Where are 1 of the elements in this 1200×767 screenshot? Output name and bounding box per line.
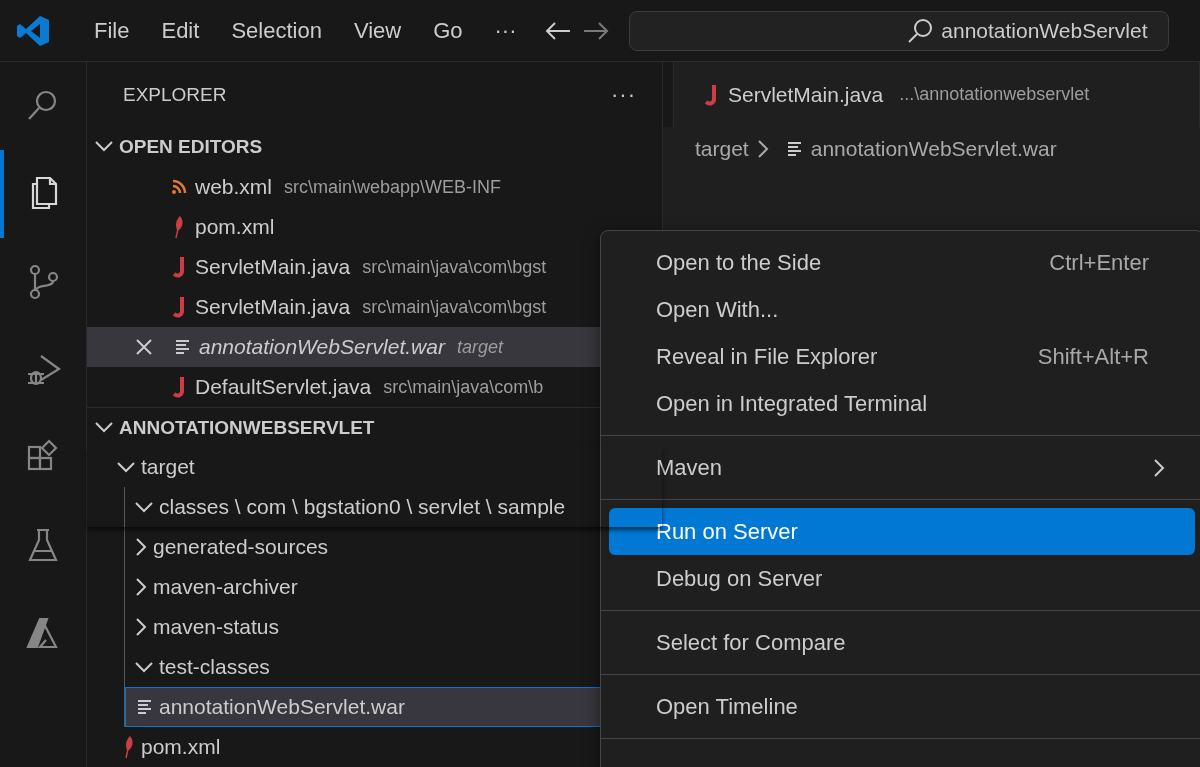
sidebar-title: EXPLORER	[123, 83, 227, 106]
